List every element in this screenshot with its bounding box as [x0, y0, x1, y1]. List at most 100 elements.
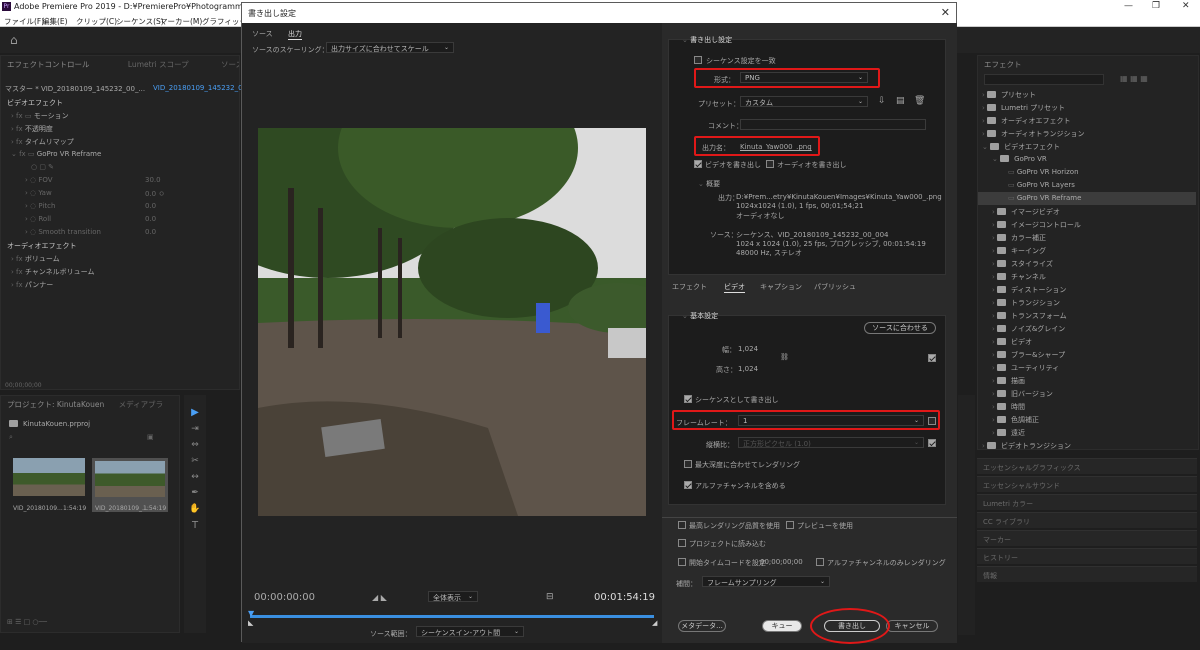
project-footer-icons[interactable]: ⊞ ☰ □ ○── [7, 618, 47, 630]
home-icon[interactable]: ⌂ [10, 33, 18, 47]
preset-dropdown[interactable]: カスタム ⌄ [740, 96, 868, 107]
timeline-bar[interactable] [250, 615, 654, 618]
effects-panel-title[interactable]: エフェクト [978, 56, 1198, 70]
alpha-channel-checkbox[interactable] [684, 481, 692, 489]
param-yaw[interactable]: › ◌ Yaw 0.0 ㅇ [25, 189, 165, 201]
basic-settings-header[interactable]: ⌄ 基本設定 [682, 311, 718, 321]
dimension-override-checkbox[interactable] [928, 354, 936, 362]
fx-tree-item[interactable]: › 遠近 [992, 428, 1025, 440]
mask-tools[interactable]: ○ ▢ ✎ [31, 163, 54, 175]
start-timecode-value[interactable]: 00;00;00;00 [760, 558, 803, 566]
tab-captions[interactable]: キャプション [760, 282, 802, 292]
fx-tree-item[interactable]: › イマージビデオ [992, 207, 1060, 219]
menu-marker[interactable]: マーカー(M) [160, 16, 202, 27]
panel-info[interactable]: 情報 [977, 566, 1197, 582]
mark-in-out-icons[interactable]: ◢ ◣ [372, 593, 387, 602]
param-smooth[interactable]: › ◌ Smooth transition 0.0 [25, 228, 156, 240]
comment-field[interactable] [740, 119, 926, 130]
effects-filter-icons[interactable]: ▦ ▦ ▦ [1120, 74, 1148, 83]
fx-tree-item[interactable]: › ディストーション [992, 285, 1066, 297]
panel-cc-libraries[interactable]: CC ライブラリ [977, 512, 1197, 528]
panel-essential-sound[interactable]: エッセンシャルサウンド [977, 476, 1197, 492]
fx-tree-item[interactable]: › イメージコントロール [992, 220, 1081, 232]
tab-project[interactable]: プロジェクト: KinutaKouen [7, 400, 104, 409]
menu-sequence[interactable]: シーケンス(S) [116, 16, 164, 27]
tab-media-browser[interactable]: メディアブラ [119, 400, 163, 409]
pen-icon[interactable]: ✒ [184, 488, 206, 498]
fx-tree-item[interactable]: › オーディオトランジション [982, 129, 1085, 141]
dialog-close-icon[interactable]: ✕ [941, 6, 950, 19]
save-preset-icon[interactable]: ⇩ [878, 96, 886, 106]
match-source-button[interactable]: ソースに合わせる [864, 322, 936, 334]
menu-edit[interactable]: 編集(E) [42, 16, 68, 27]
export-as-sequence-checkbox[interactable] [684, 395, 692, 403]
fx-tree-item[interactable]: › Lumetri プリセット [982, 103, 1065, 115]
fx-tree-item[interactable]: › 描画 [992, 376, 1025, 388]
fx-tree-item[interactable]: ▭ GoPro VR Horizon [1008, 168, 1079, 180]
tab-video[interactable]: ビデオ [724, 282, 745, 293]
panel-lumetri-color[interactable]: Lumetri カラー [977, 494, 1197, 510]
fx-tree-item[interactable]: › ノイズ&グレイン [992, 324, 1065, 336]
effects-search-field[interactable] [984, 74, 1104, 85]
fx-tree-item[interactable]: › 旧バージョン [992, 389, 1053, 401]
fx-time-remap[interactable]: › fx タイムリマップ [11, 137, 74, 149]
minimize-icon[interactable]: — [1124, 1, 1133, 11]
fx-tree-item[interactable]: › スタイライズ [992, 259, 1053, 271]
fx-tree-item[interactable]: › チャンネル [992, 272, 1046, 284]
alpha-only-checkbox[interactable] [816, 558, 824, 566]
export-settings-header[interactable]: ⌄ 書き出し設定 [682, 35, 732, 45]
fx-tree-item[interactable]: › プリセット [982, 90, 1036, 102]
fx-volume[interactable]: › fx ボリューム [11, 254, 60, 266]
max-quality-checkbox[interactable] [678, 521, 686, 529]
fx-tree-item[interactable]: › カラー補正 [992, 233, 1046, 245]
set-timecode-checkbox[interactable] [678, 558, 686, 566]
export-video-checkbox[interactable] [694, 160, 702, 168]
fx-tree-item[interactable]: ⌄ ビデオエフェクト [982, 142, 1060, 154]
cancel-button[interactable]: キャンセル [886, 620, 938, 632]
fx-tree-item-selected[interactable]: ▭ GoPro VR Reframe [978, 192, 1196, 205]
project-search-icon[interactable]: ⌕ [9, 433, 13, 445]
param-roll[interactable]: › ◌ Roll 0.0 [25, 215, 156, 227]
param-fov[interactable]: › ◌ FOV 30.0 [25, 176, 161, 188]
fx-panner[interactable]: › fx パンナー [11, 280, 53, 292]
height-value[interactable]: 1,024 [738, 365, 758, 373]
zoom-dropdown[interactable]: 全体表示 ⌄ [428, 591, 478, 602]
fx-opacity[interactable]: › fx 不透明度 [11, 124, 53, 136]
fx-tree-item[interactable]: › キーイング [992, 246, 1046, 258]
fit-icon[interactable]: ⊟ [546, 592, 554, 602]
export-audio-checkbox[interactable] [766, 160, 774, 168]
panel-history[interactable]: ヒストリー [977, 548, 1197, 564]
hand-icon[interactable]: ✋ [184, 504, 206, 514]
metadata-button[interactable]: メタデータ... [678, 620, 726, 632]
aspect-dropdown[interactable]: 正方形ピクセル (1.0) ⌄ [738, 437, 924, 448]
queue-button[interactable]: キュー [762, 620, 802, 632]
use-preview-checkbox[interactable] [786, 521, 794, 529]
fx-tree-item[interactable]: › トランジション [992, 298, 1060, 310]
link-dimensions-icon[interactable]: ⛓ [780, 353, 789, 361]
fx-tree-item[interactable]: › ブラー&シャープ [992, 350, 1065, 362]
delete-preset-icon[interactable]: 🗑 [914, 96, 925, 106]
fx-tree-item[interactable]: › ビデオトランジション [982, 441, 1071, 453]
out-point-icon[interactable]: ◢ [652, 619, 657, 627]
tab-source-preview[interactable]: ソース [252, 29, 273, 39]
panel-essential-graphics[interactable]: エッセンシャルグラフィックス [977, 458, 1197, 474]
import-preset-icon[interactable]: ▤ [896, 96, 905, 106]
fx-tree-item[interactable]: ⌄ GoPro VR [992, 155, 1047, 167]
panel-markers[interactable]: マーカー [977, 530, 1197, 546]
fx-tree-item[interactable]: › トランスフォーム [992, 311, 1067, 323]
param-pitch[interactable]: › ◌ Pitch 0.0 [25, 202, 156, 214]
interp-dropdown[interactable]: フレームサンプリング ⌄ [702, 576, 830, 587]
fx-tree-item[interactable]: › ビデオ [992, 337, 1032, 349]
width-value[interactable]: 1,024 [738, 345, 758, 353]
summary-toggle[interactable]: ⌄ 概要 [698, 179, 720, 189]
tab-output-preview[interactable]: 出力 [288, 29, 302, 40]
scaling-dropdown[interactable]: 出力サイズに合わせてスケール ⌄ [326, 42, 454, 53]
fx-tree-item[interactable]: › 時間 [992, 402, 1025, 414]
selection-tool-icon[interactable]: ▶ [184, 407, 206, 418]
match-sequence-checkbox[interactable] [694, 56, 702, 64]
playhead-icon[interactable]: ▼ [248, 609, 254, 618]
razor-icon[interactable]: ✂ [184, 456, 206, 466]
ripple-edit-icon[interactable]: ⇔ [184, 440, 206, 450]
fx-tree-item[interactable]: › ユーティリティ [992, 363, 1059, 375]
track-select-icon[interactable]: ⇥ [184, 424, 206, 434]
